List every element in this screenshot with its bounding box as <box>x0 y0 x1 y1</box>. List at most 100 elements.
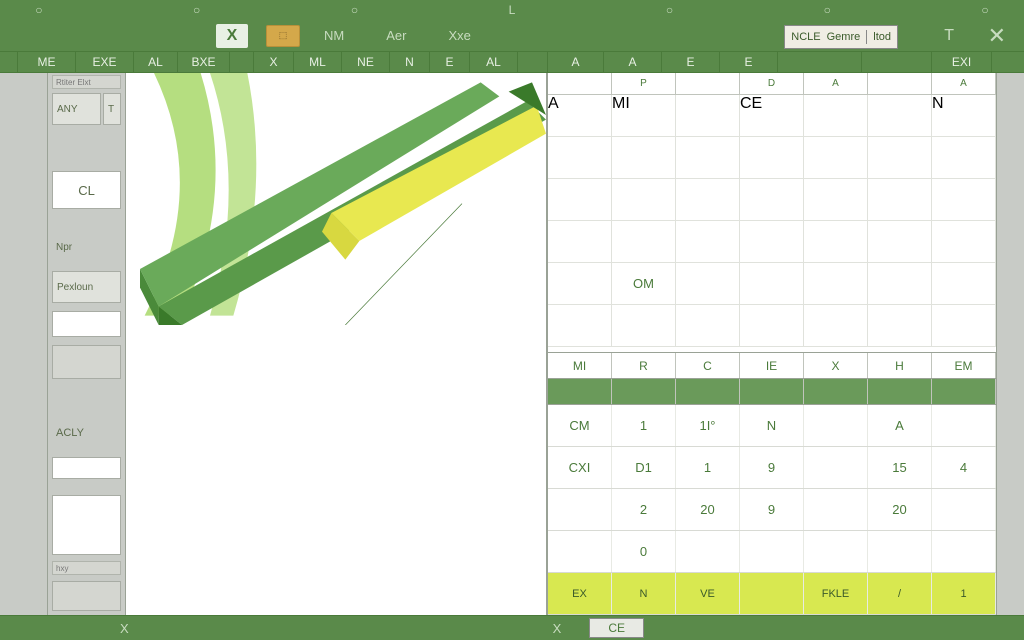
table-highlight-cell: N <box>612 573 676 614</box>
ribbon-label[interactable]: Aer <box>368 28 424 43</box>
table-cell: 15 <box>868 447 932 488</box>
table-cell <box>548 531 612 572</box>
sidebar-label: ACLY <box>52 417 121 449</box>
column-header[interactable]: A <box>604 52 662 73</box>
table-header: R <box>612 353 676 378</box>
table-highlight-cell: FKLE <box>804 573 868 614</box>
ribbon-label[interactable]: NM <box>306 28 362 43</box>
mini-grid-cell <box>804 95 868 136</box>
table-highlight-cell: / <box>868 573 932 614</box>
table-cell: 0 <box>612 531 676 572</box>
table-cell: 1I° <box>676 405 740 446</box>
table-cell <box>740 531 804 572</box>
status-bar: X X CE <box>0 615 1024 640</box>
table-cell: 1 <box>676 447 740 488</box>
table-cell <box>804 405 868 446</box>
table-header: X <box>804 353 868 378</box>
sidebar-box[interactable]: ANY <box>52 93 101 125</box>
sidebar-box[interactable] <box>52 581 121 611</box>
column-header[interactable]: BXE <box>178 52 230 73</box>
T-icon[interactable]: T <box>944 27 954 45</box>
column-headers: MEEXEALBXEXMLNENEALAAEEEXI <box>0 51 1024 74</box>
mini-grid-header: A <box>804 73 868 94</box>
column-header[interactable]: ML <box>294 52 342 73</box>
gold-badge-icon[interactable]: ⬚ <box>266 25 300 47</box>
table-header: EM <box>932 353 996 378</box>
table-cell: 2 <box>612 489 676 530</box>
mini-grid[interactable]: PDAA AMICEN OM <box>548 73 996 353</box>
combo-part: Gemre <box>827 31 861 43</box>
table-cell: D1 <box>612 447 676 488</box>
table-cell <box>804 447 868 488</box>
row-gutter-left <box>0 73 48 615</box>
table-highlight-cell <box>740 573 804 614</box>
column-header[interactable]: EXI <box>932 52 992 73</box>
column-header[interactable]: E <box>430 52 470 73</box>
ribbon-label[interactable]: Xxe <box>430 28 488 43</box>
app-x-icon[interactable]: X <box>216 24 248 48</box>
left-sidebar: Rtiter Elxt ANY T CL Npr Pexloun ACLY hx… <box>48 73 126 615</box>
sidebar-box[interactable] <box>52 311 121 337</box>
combo-part: NCLE <box>791 31 820 43</box>
column-header[interactable]: X <box>254 52 294 73</box>
sidebar-box[interactable]: T <box>103 93 121 125</box>
table-cell <box>868 531 932 572</box>
column-header[interactable]: ME <box>18 52 76 73</box>
status-cell[interactable]: CE <box>589 618 644 638</box>
dot: ○ <box>824 3 831 17</box>
combo-part: ltod <box>873 31 891 43</box>
mini-grid-cell: MI <box>612 95 676 136</box>
dot: ○ <box>666 3 673 17</box>
sidebar-tiny-label: hxy <box>52 561 121 575</box>
mini-grid-header <box>676 73 740 94</box>
table-highlight-cell: EX <box>548 573 612 614</box>
column-header[interactable]: AL <box>470 52 518 73</box>
mini-grid-header <box>868 73 932 94</box>
column-header[interactable]: A <box>548 52 604 73</box>
sidebar-box[interactable] <box>52 345 121 379</box>
mini-grid-cell <box>676 95 740 136</box>
column-header[interactable]: NE <box>342 52 390 73</box>
column-header[interactable]: N <box>390 52 430 73</box>
ribbon-combo-input[interactable]: NCLE Gemre ltod <box>784 25 898 49</box>
table-cell <box>676 531 740 572</box>
column-header[interactable]: EXE <box>76 52 134 73</box>
column-header[interactable]: AL <box>134 52 178 73</box>
right-panel: PDAA AMICEN OM MIRCIEXHEM CM11I°NA CXID1… <box>548 73 996 615</box>
dot: ○ <box>351 3 358 17</box>
column-header[interactable] <box>778 52 862 73</box>
close-icon[interactable]: ✕ <box>988 23 1006 49</box>
column-header[interactable]: E <box>720 52 778 73</box>
dot: ○ <box>35 3 42 17</box>
column-header[interactable] <box>0 52 18 73</box>
table-cell: CM <box>548 405 612 446</box>
table-cell: 20 <box>868 489 932 530</box>
sidebar-box[interactable] <box>52 457 121 479</box>
mini-grid-header: D <box>740 73 804 94</box>
title-bar-dots: ○ ○ ○ L ○ ○ ○ <box>0 0 1024 21</box>
sidebar-cl-button[interactable]: CL <box>52 171 121 209</box>
table-cell: 1 <box>612 405 676 446</box>
sidebar-tiny-label: Rtiter Elxt <box>52 75 121 89</box>
om-cell: OM <box>612 263 676 304</box>
mini-grid-cell <box>868 95 932 136</box>
status-label: X <box>553 621 562 636</box>
ribbon-bar: X ⬚ NM Aer Xxe NCLE Gemre ltod T ✕ <box>0 21 1024 51</box>
table-cell <box>932 405 996 446</box>
dot: ○ <box>981 3 988 17</box>
sidebar-box[interactable]: Pexloun <box>52 271 121 303</box>
table-cell <box>548 489 612 530</box>
column-header[interactable] <box>518 52 548 73</box>
decorative-x-graphic <box>126 73 546 325</box>
sidebar-box[interactable] <box>52 495 121 555</box>
data-table[interactable]: MIRCIEXHEM CM11I°NA CXID119154 220920 0 … <box>548 353 996 615</box>
mini-grid-cell: N <box>932 95 996 136</box>
table-header: IE <box>740 353 804 378</box>
column-header[interactable] <box>862 52 932 73</box>
dot: ○ <box>193 3 200 17</box>
mini-grid-cell: CE <box>740 95 804 136</box>
column-header[interactable]: E <box>662 52 720 73</box>
column-header[interactable] <box>230 52 254 73</box>
table-cell: 9 <box>740 489 804 530</box>
main-canvas[interactable] <box>126 73 548 615</box>
